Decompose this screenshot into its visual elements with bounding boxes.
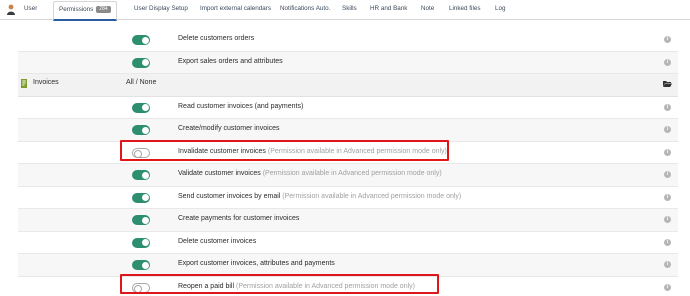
permission-row: Create payments for customer invoices i (18, 209, 678, 232)
info-icon: i (664, 58, 671, 66)
permission-toggle[interactable] (132, 125, 150, 135)
info-icon: i (664, 171, 671, 178)
user-icon (7, 4, 15, 15)
permission-label: Delete customer invoices (178, 237, 257, 245)
info-icon: i (664, 103, 671, 111)
tab-hr-and-bank[interactable]: HR and Bank (370, 5, 407, 12)
folder-open-icon[interactable] (663, 80, 672, 87)
permission-toggle[interactable] (132, 215, 150, 225)
tab-notifications-auto[interactable]: Notifications Auto. (280, 5, 330, 12)
permission-row: Validate customer invoices (Permission a… (18, 164, 678, 187)
permission-row: Export sales orders and attributes i (18, 51, 678, 74)
info-icon: i (664, 148, 671, 156)
permission-note: (Permission available in Advanced permis… (267, 147, 447, 155)
all-none-link[interactable]: All / None (126, 79, 156, 86)
permissions-count-badge: 284 (96, 6, 111, 13)
permission-row: Read customer invoices (and payments) i (18, 97, 678, 119)
permission-toggle[interactable] (132, 237, 150, 248)
permission-label: Invalidate customer invoices (Permission… (178, 148, 447, 155)
permission-label: Export sales orders and attributes (178, 57, 283, 65)
permission-label: Create payments for customer invoices (178, 215, 300, 222)
tab-user-display-setup[interactable]: User Display Setup (134, 5, 188, 12)
permission-toggle[interactable] (132, 147, 150, 158)
permission-row: Export customer invoices, attributes and… (18, 254, 678, 277)
permissions-list: Delete customers orders i Export sales o… (18, 29, 678, 296)
section-title: Invoices (33, 79, 59, 86)
permission-toggle[interactable] (132, 35, 150, 45)
permission-label: Send customer invoices by email (Permiss… (178, 193, 461, 200)
permission-label: Validate customer invoices (Permission a… (178, 170, 442, 177)
permission-label-text: Send customer invoices by email (178, 192, 281, 200)
permission-note: (Permission available in Advanced permis… (236, 282, 415, 290)
info-icon: i (664, 193, 671, 201)
tab-log[interactable]: Log (495, 5, 506, 12)
permission-toggle[interactable] (132, 260, 150, 270)
permission-label-text: Invalidate customer invoices (178, 147, 266, 155)
permission-row: Invalidate customer invoices (Permission… (18, 142, 678, 164)
permission-row: Delete customers orders i (18, 29, 678, 52)
info-icon: i (664, 216, 671, 223)
tab-user[interactable]: User (24, 5, 37, 12)
permission-row: Delete customer invoices i (18, 232, 678, 254)
info-icon: i (664, 126, 671, 133)
info-icon: i (664, 283, 671, 291)
permission-toggle[interactable] (132, 170, 150, 180)
tab-import-external-calendars[interactable]: Import external calendars (200, 5, 271, 12)
tab-skills[interactable]: Skills (342, 5, 357, 12)
permission-label: Export customer invoices, attributes and… (178, 260, 335, 267)
permission-row: Reopen a paid bill (Permission available… (18, 277, 678, 296)
permission-label: Create/modify customer invoices (178, 125, 280, 132)
tab-permissions-label: Permissions (59, 6, 94, 13)
permission-label: Reopen a paid bill (Permission available… (178, 283, 415, 290)
permission-toggle[interactable] (132, 102, 150, 113)
permission-row: Send customer invoices by email (Permiss… (18, 187, 678, 209)
info-icon: i (664, 261, 671, 268)
invoice-icon (21, 79, 27, 88)
info-icon: i (664, 238, 671, 246)
permission-note: (Permission available in Advanced permis… (262, 170, 442, 177)
permission-toggle[interactable] (132, 192, 150, 203)
tab-note[interactable]: Note (421, 5, 434, 12)
permission-toggle[interactable] (132, 57, 150, 68)
tab-linked-files[interactable]: Linked files (449, 5, 481, 12)
permission-note: (Permission available in Advanced permis… (282, 192, 462, 200)
permission-row: Create/modify customer invoices i (18, 119, 678, 142)
permission-label-text: Reopen a paid bill (178, 282, 235, 290)
info-icon: i (664, 36, 671, 43)
permission-toggle[interactable] (132, 282, 150, 293)
permission-label: Delete customers orders (178, 35, 255, 42)
tab-bar: User Permissions 284 User Display Setup I… (0, 0, 690, 21)
permission-label: Read customer invoices (and payments) (178, 102, 304, 110)
section-header-invoices: Invoices All / None (18, 74, 678, 97)
tab-permissions[interactable]: Permissions 284 (53, 1, 117, 21)
permission-label-text: Validate customer invoices (178, 170, 261, 177)
